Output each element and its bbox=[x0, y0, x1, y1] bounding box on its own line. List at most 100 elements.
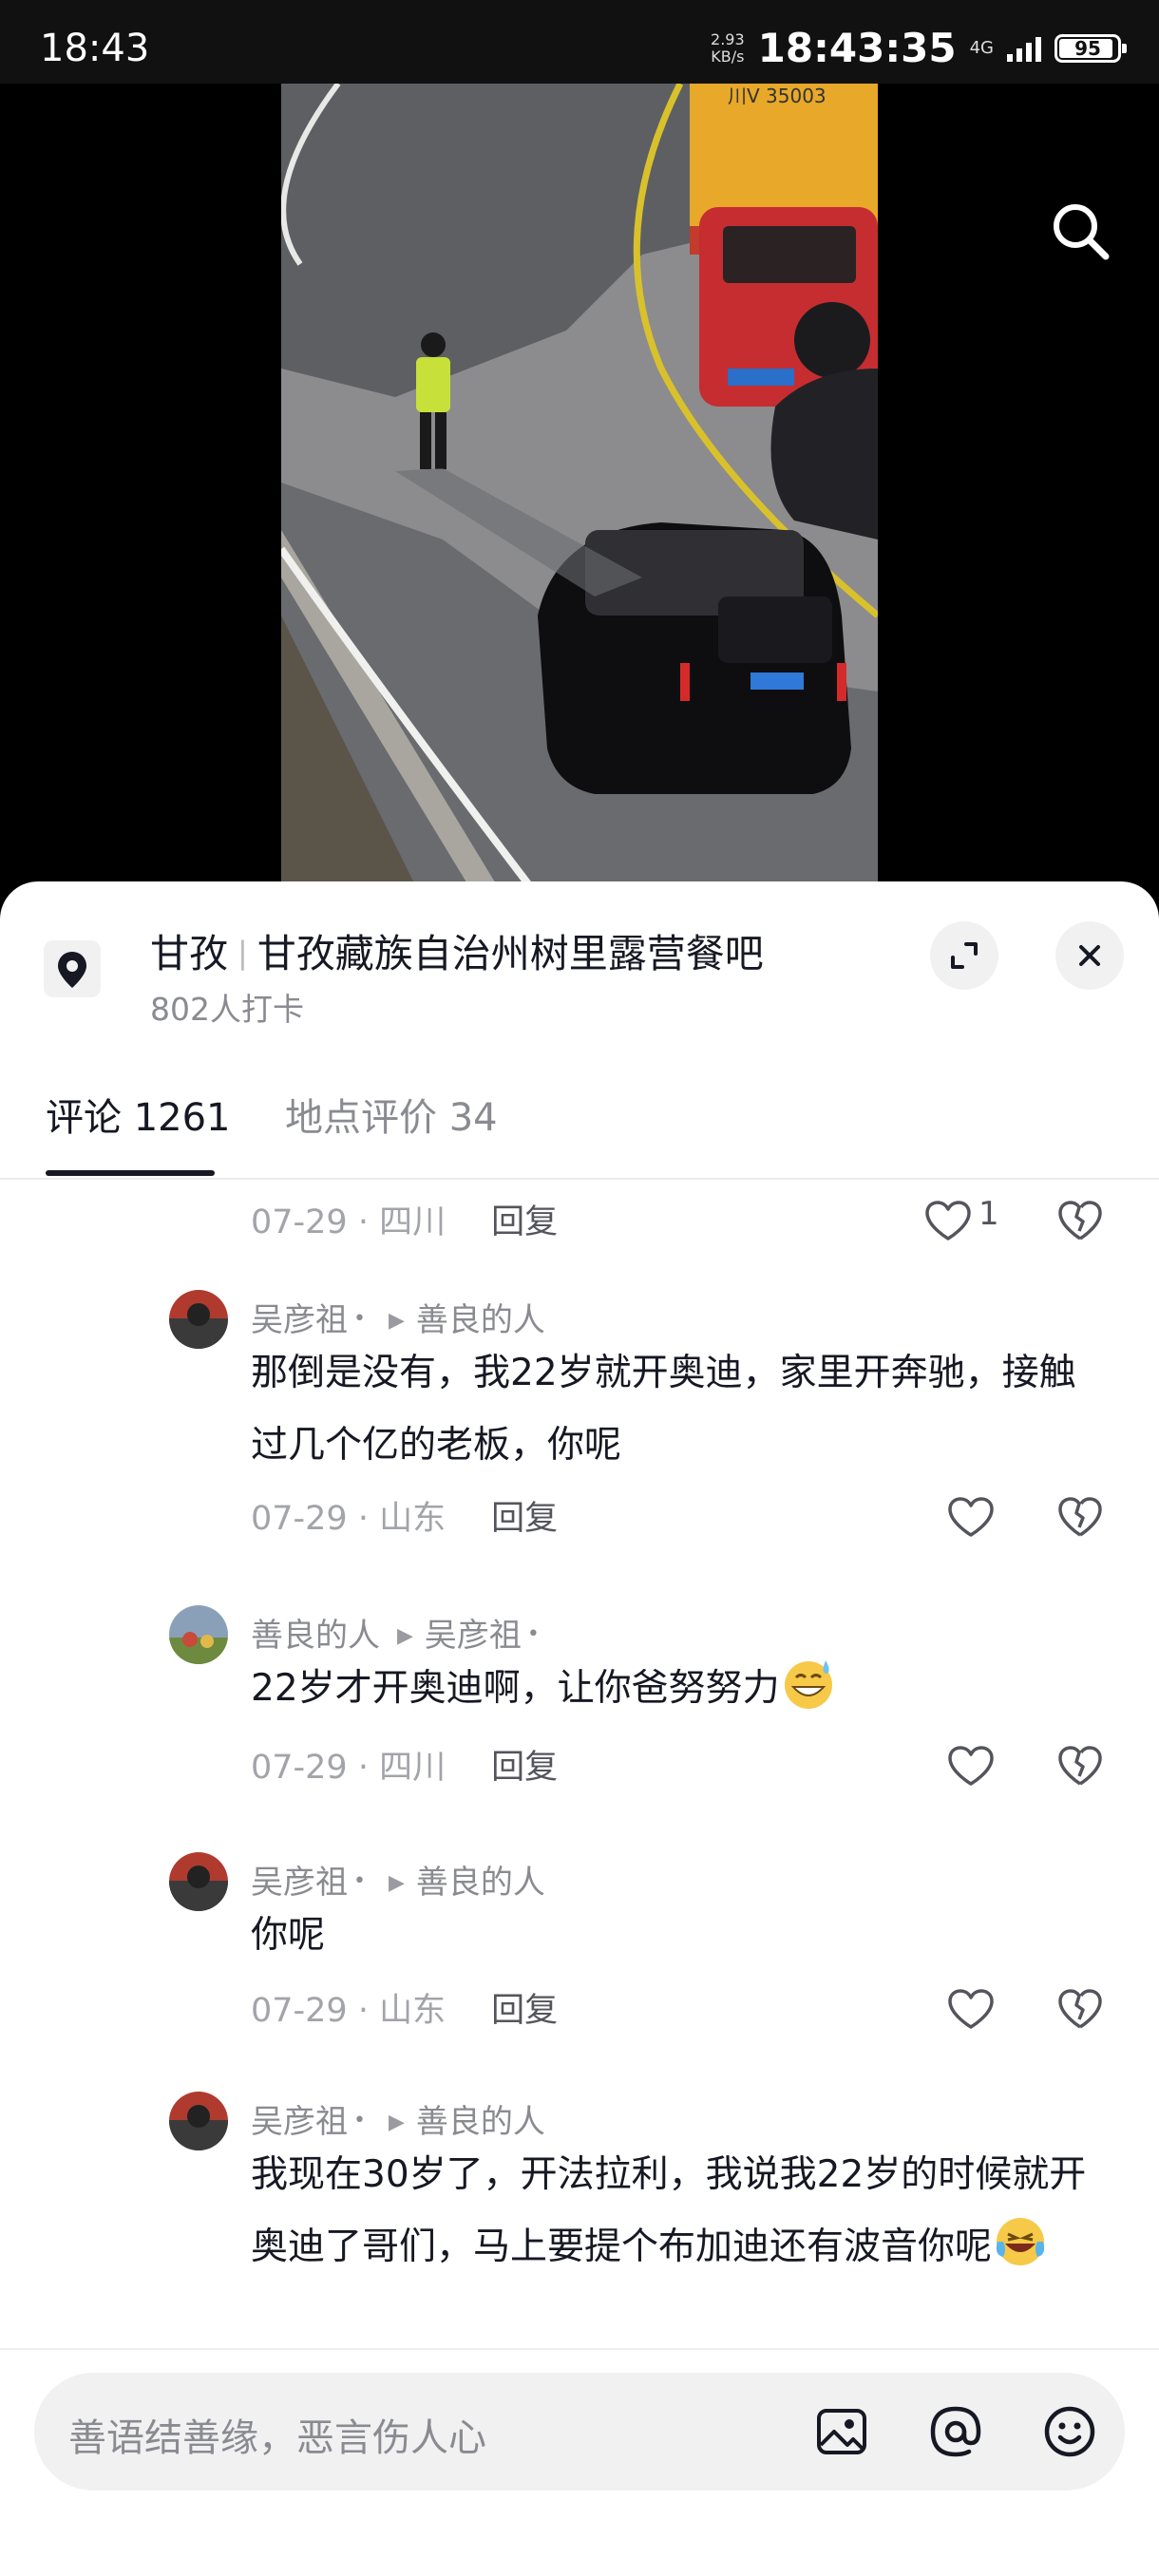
video-frame[interactable]: 川V 35003 bbox=[281, 84, 878, 921]
tab-place-reviews[interactable]: 地点评价 34 bbox=[285, 1087, 498, 1142]
laugh-cry-emoji bbox=[996, 2218, 1045, 2265]
comment-meta: 07-29 · 四川 回复 bbox=[251, 1203, 559, 1241]
search-button[interactable] bbox=[1047, 198, 1115, 266]
comment-input[interactable]: 善语结善缘，恶言伤人心 bbox=[34, 2373, 1125, 2491]
signal-icon bbox=[1007, 35, 1041, 62]
like-button[interactable] bbox=[946, 1987, 996, 2031]
comments-sheet: 甘孜 | 甘孜藏族自治州树里露营餐吧 802人打卡 评论 1261 地点评价 34 … bbox=[0, 881, 1159, 2576]
dislike-button[interactable] bbox=[1056, 1495, 1104, 1539]
author-name[interactable]: 吴彦祖 bbox=[251, 1301, 348, 1339]
mention-button[interactable] bbox=[923, 2399, 988, 2464]
like-count: 1 bbox=[978, 1195, 999, 1233]
author-name[interactable]: 吴彦祖 bbox=[251, 1864, 348, 1902]
reply-to-name[interactable]: 善良的人 bbox=[416, 1864, 545, 1902]
tab-bar: 评论 1261 地点评价 34 bbox=[0, 1062, 1159, 1180]
reply-to-name[interactable]: 吴彦祖 bbox=[425, 1617, 522, 1655]
avatar[interactable] bbox=[169, 1852, 228, 1911]
comment-region: 四川 bbox=[379, 1749, 446, 1787]
comment-item: 吴彦祖 • ▶ 善良的人 你呢 07-29 · 山东 回复 bbox=[0, 1852, 1159, 2052]
close-button[interactable] bbox=[1055, 921, 1124, 990]
dislike-button[interactable] bbox=[1056, 1987, 1104, 2031]
video-player[interactable]: 川V 35003 bbox=[0, 84, 1159, 921]
reply-arrow-icon: ▶ bbox=[388, 1309, 405, 1333]
author-name[interactable]: 善良的人 bbox=[251, 1617, 380, 1655]
like-button[interactable] bbox=[923, 1199, 973, 1242]
comment-input-placeholder: 善语结善缘，恶言伤人心 bbox=[68, 2416, 486, 2460]
comment-date: 07-29 bbox=[251, 1203, 348, 1241]
status-indicators: 2.93 KB/s 18:43:35 4G 95 bbox=[711, 25, 1127, 71]
tab-comments[interactable]: 评论 1261 bbox=[46, 1087, 231, 1142]
active-tab-indicator bbox=[46, 1170, 215, 1176]
comment-region: 四川 bbox=[379, 1203, 446, 1241]
reply-button[interactable]: 回复 bbox=[491, 1203, 558, 1241]
image-button[interactable] bbox=[809, 2399, 874, 2464]
broken-heart-icon bbox=[1058, 1746, 1102, 1786]
comment-body: 22岁才开奥迪啊，让你爸努努力 bbox=[251, 1653, 1106, 1725]
comment-date: 07-29 bbox=[251, 1749, 348, 1787]
avatar[interactable] bbox=[169, 1605, 228, 1664]
comment-item: 善良的人 ▶ 吴彦祖 • 22岁才开奥迪啊，让你爸努努力 07-29 · 四川 回复 bbox=[0, 1605, 1159, 1814]
reply-to-name[interactable]: 善良的人 bbox=[416, 2103, 545, 2141]
heart-icon bbox=[925, 1201, 971, 1241]
broken-heart-icon bbox=[1058, 1497, 1102, 1537]
comment-text: 那倒是没有，我22岁就开奥迪，家里开奔驰，接触过几个亿的老板，你呢 bbox=[251, 1352, 1076, 1467]
reply-arrow-icon: ▶ bbox=[397, 1624, 413, 1648]
checkin-count: 802人打卡 bbox=[150, 991, 304, 1028]
expand-icon bbox=[951, 942, 978, 969]
comment-body: 我现在30岁了，开法拉利，我说我22岁的时候就开奥迪了哥们，马上要提个布加迪还有… bbox=[251, 2139, 1106, 2283]
reply-button[interactable]: 回复 bbox=[491, 1992, 558, 2030]
comment-item: 吴彦祖 • ▶ 善良的人 那倒是没有，我22岁就开奥迪，家里开奔驰，接触过几个亿的老板… bbox=[0, 1290, 1159, 1575]
avatar[interactable] bbox=[169, 1290, 228, 1349]
author-name[interactable]: 吴彦祖 bbox=[251, 2103, 348, 2141]
close-icon bbox=[1079, 945, 1100, 966]
network-speed: 2.93 KB/s bbox=[711, 29, 745, 66]
comment-text: 我现在30岁了，开法拉利，我说我22岁的时候就开奥迪了哥们，马上要提个布加迪还有… bbox=[251, 2153, 1087, 2268]
like-button[interactable] bbox=[946, 1495, 996, 1539]
like-button[interactable] bbox=[946, 1744, 996, 1788]
status-time: 18:43 bbox=[40, 27, 150, 70]
grin-sweat-emoji bbox=[784, 1660, 832, 1709]
broken-heart-icon bbox=[1058, 1201, 1102, 1241]
comment-item: 吴彦祖 • ▶ 善良的人 我现在30岁了，开法拉利，我说我22岁的时候就开奥迪了哥们，… bbox=[0, 2092, 1159, 2348]
battery-icon: 95 bbox=[1054, 33, 1127, 63]
comment-meta: 07-29 · 四川 回复 bbox=[251, 1749, 559, 1787]
comment-input-bar: 善语结善缘，恶言伤人心 bbox=[0, 2348, 1159, 2576]
heart-icon bbox=[948, 1497, 994, 1537]
comment-names: 善良的人 ▶ 吴彦祖 • bbox=[251, 1617, 540, 1655]
expand-button[interactable] bbox=[930, 921, 998, 990]
reply-button[interactable]: 回复 bbox=[491, 1749, 558, 1787]
dislike-button[interactable] bbox=[1056, 1199, 1104, 1242]
comment-names: 吴彦祖 • ▶ 善良的人 bbox=[251, 2103, 545, 2141]
location-separator: | bbox=[238, 935, 248, 971]
location-city: 甘孜 bbox=[150, 931, 228, 976]
dislike-button[interactable] bbox=[1056, 1744, 1104, 1788]
comment-list[interactable]: 07-29 · 四川 回复 1 吴彦祖 • ▶ 善良的人 那倒是没有，我22岁就开奥迪，… bbox=[0, 1178, 1159, 2348]
comment-text: 22岁才开奥迪啊，让你爸努努力 bbox=[251, 1667, 780, 1710]
comment-meta: 07-29 · 山东 回复 bbox=[251, 1500, 559, 1538]
reply-arrow-icon: ▶ bbox=[388, 2111, 405, 2134]
comment-text: 你呢 bbox=[251, 1914, 326, 1957]
reply-button[interactable]: 回复 bbox=[491, 1500, 558, 1538]
comment-names: 吴彦祖 • ▶ 善良的人 bbox=[251, 1301, 545, 1339]
location-place: 甘孜藏族自治州树里露营餐吧 bbox=[256, 931, 764, 976]
avatar[interactable] bbox=[169, 2092, 228, 2150]
svg-text:川V 35003: 川V 35003 bbox=[728, 85, 826, 107]
video-scene-image: 川V 35003 bbox=[281, 84, 878, 921]
comment-date: 07-29 bbox=[251, 1500, 348, 1538]
reply-arrow-icon: ▶ bbox=[388, 1871, 405, 1895]
comment-date: 07-29 bbox=[251, 1992, 348, 2030]
search-icon bbox=[1054, 204, 1110, 260]
reply-to-name[interactable]: 善良的人 bbox=[416, 1301, 545, 1339]
comment-region: 山东 bbox=[379, 1500, 446, 1538]
smiley-icon bbox=[1044, 2406, 1095, 2457]
battery-level: 95 bbox=[1074, 36, 1101, 60]
broken-heart-icon bbox=[1058, 1989, 1102, 2029]
location-pin-icon bbox=[44, 940, 101, 997]
heart-icon bbox=[948, 1989, 994, 2029]
heart-icon bbox=[948, 1746, 994, 1786]
location-header[interactable]: 甘孜 | 甘孜藏族自治州树里露营餐吧 802人打卡 bbox=[0, 881, 1159, 1062]
location-title[interactable]: 甘孜 | 甘孜藏族自治州树里露营餐吧 bbox=[150, 921, 764, 978]
at-icon bbox=[930, 2406, 981, 2457]
comment-names: 吴彦祖 • ▶ 善良的人 bbox=[251, 1864, 545, 1902]
emoji-button[interactable] bbox=[1037, 2399, 1102, 2464]
